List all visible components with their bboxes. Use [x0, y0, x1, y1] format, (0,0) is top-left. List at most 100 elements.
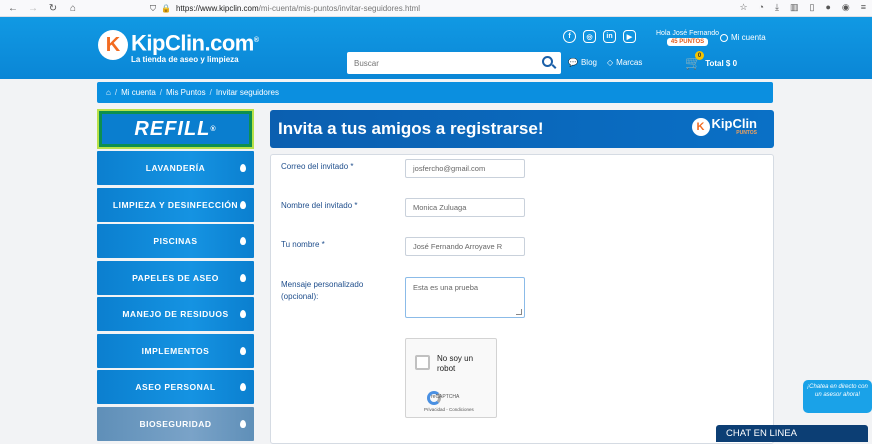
brands-link[interactable]: ◇ Marcas [607, 58, 642, 67]
banner-logo-text: KipClin [711, 116, 758, 131]
category-biosafety[interactable]: BIOSEGURIDAD [97, 406, 254, 441]
invite-form: Correo del invitado * josfercho@gmail.co… [270, 154, 774, 444]
drop-icon [240, 164, 246, 172]
category-waste[interactable]: MANEJO DE RESIDUOS [97, 297, 254, 331]
menu-icon[interactable]: ≡ [861, 2, 866, 13]
reload-icon[interactable]: ↻ [46, 1, 60, 15]
recaptcha-brand: reCAPTCHA [431, 394, 460, 400]
message-label: Mensaje personalizado (opcional): [281, 280, 364, 301]
invitee-email-field[interactable]: josfercho@gmail.com [405, 159, 525, 178]
extension-icon[interactable]: ● [825, 2, 830, 13]
your-name-field[interactable]: José Fernando Arroyave R [405, 237, 525, 256]
forward-icon[interactable]: → [26, 1, 40, 15]
url-host: https://www.kipclin.com [175, 4, 259, 13]
chat-online-button[interactable]: CHAT EN LINEA [716, 425, 868, 442]
account-link[interactable]: Mi cuenta [720, 33, 766, 42]
search-icon[interactable] [542, 56, 553, 67]
drop-icon [240, 419, 246, 428]
shield-icon[interactable]: ⛉ [150, 4, 156, 14]
address-bar[interactable]: ⛉ 🔒 https://www.kipclin.com/mi-cuenta/mi… [150, 2, 420, 15]
facebook-icon[interactable]: f [563, 30, 576, 43]
category-cleaning-disinfection[interactable]: LIMPIEZA Y DESINFECCIÓN [97, 187, 254, 222]
recaptcha-legal-links[interactable]: Privacidad - Condiciones [424, 407, 474, 412]
social-links: f ◎ in ▶ [563, 30, 636, 43]
sidebar-icon[interactable]: ▯ [809, 2, 814, 13]
drop-icon [240, 200, 246, 209]
site-logo[interactable]: K KipClin.com® La tienda de aseo y limpi… [98, 30, 259, 64]
back-icon[interactable]: ← [6, 1, 20, 15]
chat-bubble-icon: 💬 [568, 58, 578, 67]
message-text: Esta es una prueba [413, 283, 479, 292]
category-label: ASEO PERSONAL [135, 382, 216, 392]
tag-icon: ◇ [607, 58, 614, 67]
linkedin-icon[interactable]: in [603, 30, 616, 43]
extension-icon-2[interactable]: ◉ [842, 2, 850, 13]
url-text[interactable]: https://www.kipclin.com/mi-cuenta/mis-pu… [176, 4, 420, 13]
invite-banner: Invita a tus amigos a registrarse! K Kip… [270, 110, 774, 148]
greeting-text: Hola José Fernando [656, 30, 720, 37]
breadcrumb-invite-followers: Invitar seguidores [215, 88, 279, 97]
refill-banner[interactable]: REFILL ® [97, 109, 254, 149]
category-label: LAVANDERÍA [145, 163, 206, 173]
youtube-icon[interactable]: ▶ [623, 30, 636, 43]
category-pools[interactable]: PISCINAS [97, 224, 254, 258]
drop-icon [240, 346, 246, 355]
category-label: PAPELES DE ASEO [132, 272, 219, 283]
category-paper[interactable]: PAPELES DE ASEO [97, 260, 254, 295]
recaptcha-label: No soy un robot [437, 354, 474, 373]
blog-link[interactable]: 💬 Blog [568, 58, 597, 67]
cart-total: Total $ 0 [705, 58, 738, 68]
drop-icon [240, 310, 246, 318]
user-icon [720, 33, 728, 42]
page-title: Invita a tus amigos a registrarse! [278, 119, 544, 138]
category-label: BIOSEGURIDAD [139, 418, 212, 429]
url-path: /mi-cuenta/mis-puntos/invitar-seguidores… [258, 4, 421, 13]
site-header: K KipClin.com® La tienda de aseo y limpi… [0, 17, 872, 79]
category-personal-care[interactable]: ASEO PERSONAL [97, 370, 254, 404]
brand-name: KipClin.com [131, 30, 254, 56]
category-laundry[interactable]: LAVANDERÍA [97, 151, 254, 185]
brand-tagline: La tienda de aseo y limpieza [131, 55, 239, 65]
cart-count-badge: 0 [695, 51, 704, 60]
search-input[interactable] [347, 58, 527, 68]
refill-logo-text: REFILL [134, 117, 211, 140]
kipclin-points-logo: K KipClin PUNTOS [691, 116, 758, 136]
drop-icon [240, 383, 246, 391]
category-label: MANEJO DE RESIDUOS [122, 309, 229, 319]
user-greeting: Hola José Fernando 45 PUNTOS [656, 30, 719, 46]
refill-registered-mark: ® [210, 125, 217, 133]
category-label: PISCINAS [153, 236, 198, 246]
chat-prompt-bubble[interactable]: ¡Chatea en directo con un asesor ahora! [803, 380, 872, 413]
cart-link[interactable]: 🛒 0 Total $ 0 [685, 51, 738, 71]
resize-handle[interactable] [516, 309, 522, 315]
invitee-name-field[interactable]: Monica Zuluaga [405, 198, 525, 217]
message-field[interactable]: Esta es una prueba [405, 277, 525, 318]
lock-icon[interactable]: 🔒 [161, 4, 171, 13]
search-bar [347, 52, 561, 74]
browser-tools: ☆ ◔ ⤓ ▥ ▯ ● ◉ ≡ [739, 2, 866, 13]
account-label: Mi cuenta [731, 33, 766, 42]
brands-label: Marcas [616, 58, 643, 67]
category-label: LIMPIEZA Y DESINFECCIÓN [112, 199, 239, 210]
download-icon[interactable]: ⤓ [775, 2, 779, 13]
logo-k-icon: K [691, 118, 710, 136]
home-icon[interactable]: ⌂ [66, 1, 80, 15]
bookmark-star-icon[interactable]: ☆ [739, 2, 747, 13]
brand-registered-mark: ® [253, 37, 259, 44]
category-implements[interactable]: IMPLEMENTOS [97, 333, 254, 368]
invitee-email-label: Correo del invitado * [281, 162, 354, 171]
category-sidebar: REFILL ® LAVANDERÍA LIMPIEZA Y DESINFECCI… [97, 109, 254, 443]
breadcrumb-my-account[interactable]: Mi cuenta [121, 88, 156, 97]
pocket-icon[interactable]: ◔ [759, 2, 764, 13]
recaptcha-widget: No soy un robot reCAPTCHA Privacidad - C… [405, 338, 497, 418]
breadcrumb: ⌂ / Mi cuenta / Mis Puntos / Invitar seg… [97, 82, 773, 103]
recaptcha-checkbox[interactable] [415, 355, 430, 370]
category-label: IMPLEMENTOS [141, 345, 210, 356]
your-name-label: Tu nombre * [281, 240, 325, 249]
browser-toolbar: ← → ↻ ⌂ ⛉ 🔒 https://www.kipclin.com/mi-c… [0, 0, 872, 17]
instagram-icon[interactable]: ◎ [583, 30, 596, 43]
points-badge[interactable]: 45 PUNTOS [666, 38, 709, 46]
breadcrumb-my-points[interactable]: Mis Puntos [166, 88, 206, 97]
home-icon[interactable]: ⌂ [106, 88, 111, 97]
library-icon[interactable]: ▥ [790, 2, 799, 13]
